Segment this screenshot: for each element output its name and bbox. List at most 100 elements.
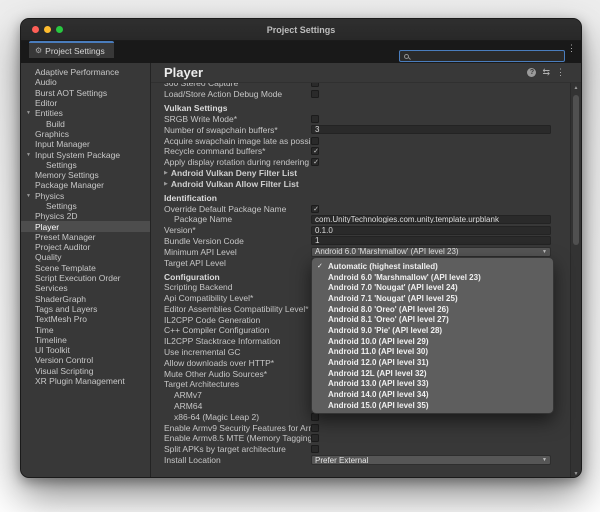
checkbox-apply-display-rotation-during-rendering[interactable] [311, 158, 319, 166]
foldout-open-icon[interactable]: ▼ [26, 193, 31, 199]
close-window-button[interactable] [32, 26, 39, 33]
popup-item-android-7-1-nougat-api-level-25[interactable]: Android 7.1 'Nougat' (API level 25) [312, 293, 553, 304]
search-box[interactable] [399, 50, 565, 62]
sidebar-item-services[interactable]: Services [21, 283, 150, 293]
sidebar-item-player[interactable]: Player [21, 221, 150, 231]
checkbox-enable-armv8-5-mte-memory-tagging-extension[interactable] [311, 434, 319, 442]
row-label: Enable Armv9 Security Features for Arm64 [164, 423, 311, 433]
popup-item-android-8-1-oreo-api-level-27[interactable]: Android 8.1 'Oreo' (API level 27) [312, 314, 553, 325]
sidebar-item-visual-scripting[interactable]: Visual Scripting [21, 366, 150, 376]
scroll-down-icon[interactable]: ▼ [571, 471, 581, 477]
sidebar-item-audio[interactable]: Audio [21, 77, 150, 87]
text-field-package-name[interactable]: com.UnityTechnologies.com.unity.template… [311, 215, 551, 224]
checkbox-x86-64-magic-leap-2[interactable] [311, 413, 319, 421]
sidebar-item-project-auditor[interactable]: Project Auditor [21, 242, 150, 252]
foldout-closed-icon[interactable]: ▶ [164, 181, 168, 187]
foldout-open-icon[interactable]: ▼ [26, 110, 31, 116]
sidebar-item-label: ShaderGraph [35, 294, 86, 304]
sidebar-item-version-control[interactable]: Version Control [21, 355, 150, 365]
checkbox-srgb-write-mode[interactable] [311, 115, 319, 123]
sidebar-item-tags-and-layers[interactable]: Tags and Layers [21, 304, 150, 314]
sidebar-item-time[interactable]: Time [21, 324, 150, 334]
sidebar-item-shadergraph[interactable]: ShaderGraph [21, 294, 150, 304]
checkbox-split-apks-by-target-architecture[interactable] [311, 445, 319, 453]
more-menu-icon[interactable]: ⋮ [556, 68, 565, 77]
row-label: Configuration [164, 272, 220, 282]
sidebar-item-label: TextMesh Pro [35, 314, 87, 324]
api-level-dropdown-popup: ✓Automatic (highest installed)Android 6.… [311, 257, 554, 414]
checkbox-acquire-swapchain-image-late-as-possible[interactable] [311, 137, 319, 145]
popup-item-android-15-0-api-level-35[interactable]: Android 15.0 (API level 35) [312, 400, 553, 411]
row-vulkan-settings: Vulkan Settings [164, 103, 551, 114]
row-label: ARM64 [164, 401, 311, 411]
titlebar[interactable]: Project Settings [21, 19, 581, 41]
sidebar-item-timeline[interactable]: Timeline [21, 335, 150, 345]
sidebar-item-label: Input System Package [35, 150, 120, 160]
sidebar-item-build[interactable]: Build [21, 118, 150, 128]
text-field-version[interactable]: 0.1.0 [311, 226, 551, 235]
sidebar-item-textmesh-pro[interactable]: TextMesh Pro [21, 314, 150, 324]
tab-label: Project Settings [45, 46, 105, 56]
row-control [311, 90, 551, 98]
popup-item-android-12l-api-level-32[interactable]: Android 12L (API level 32) [312, 368, 553, 379]
popup-item-android-14-0-api-level-34[interactable]: Android 14.0 (API level 34) [312, 389, 553, 400]
search-icon [404, 54, 409, 59]
sidebar-item-physics[interactable]: ▼Physics [21, 191, 150, 201]
checkbox-override-default-package-name[interactable] [311, 205, 319, 213]
row-control [311, 158, 551, 166]
popup-item-android-6-0-marshmallow-api-level-23[interactable]: Android 6.0 'Marshmallow' (API level 23) [312, 272, 553, 283]
tab-project-settings[interactable]: ⚙ Project Settings [29, 41, 114, 58]
presets-icon[interactable]: ⇆ [542, 68, 550, 77]
sidebar-item-adaptive-performance[interactable]: Adaptive Performance [21, 67, 150, 77]
project-settings-window: Project Settings ⚙ Project Settings ⋮ Ad… [20, 18, 582, 478]
popup-item-android-11-0-api-level-30[interactable]: Android 11.0 (API level 30) [312, 347, 553, 358]
minimize-window-button[interactable] [44, 26, 51, 33]
dropdown-minimum-api-level[interactable]: Android 6.0 'Marshmallow' (API level 23)… [311, 247, 551, 257]
sidebar-item-graphics[interactable]: Graphics [21, 129, 150, 139]
text-field-number-of-swapchain-buffers[interactable]: 3 [311, 125, 551, 134]
popup-item-android-7-0-nougat-api-level-24[interactable]: Android 7.0 'Nougat' (API level 24) [312, 282, 553, 293]
scrollbar-thumb[interactable] [573, 95, 579, 245]
sidebar-item-entities[interactable]: ▼Entities [21, 108, 150, 118]
sidebar-item-label: Settings [46, 160, 77, 170]
sidebar-item-package-manager[interactable]: Package Manager [21, 180, 150, 190]
zoom-window-button[interactable] [56, 26, 63, 33]
sidebar-item-label: Physics 2D [35, 211, 78, 221]
popup-item-android-10-0-api-level-29[interactable]: Android 10.0 (API level 29) [312, 336, 553, 347]
sidebar-item-script-execution-order[interactable]: Script Execution Order [21, 273, 150, 283]
sidebar-item-input-manager[interactable]: Input Manager [21, 139, 150, 149]
sidebar-item-editor[interactable]: Editor [21, 98, 150, 108]
sidebar-item-input-system-package[interactable]: ▼ Input System Package [21, 149, 150, 159]
scroll-up-icon[interactable]: ▲ [571, 85, 581, 91]
checkbox-enable-armv9-security-features-for-arm64[interactable] [311, 424, 319, 432]
sidebar-item-quality[interactable]: Quality [21, 252, 150, 262]
popup-item-android-8-0-oreo-api-level-26[interactable]: Android 8.0 'Oreo' (API level 26) [312, 304, 553, 315]
sidebar-item-memory-settings[interactable]: Memory Settings [21, 170, 150, 180]
row-label: Scripting Backend [164, 282, 311, 292]
popup-item-android-13-0-api-level-33[interactable]: Android 13.0 (API level 33) [312, 379, 553, 390]
sidebar-item-ui-toolkit[interactable]: UI Toolkit [21, 345, 150, 355]
sidebar-item-scene-template[interactable]: Scene Template [21, 263, 150, 273]
vertical-scrollbar[interactable]: ▲ ▼ [570, 83, 581, 478]
popup-item-automatic-highest-installed[interactable]: ✓Automatic (highest installed) [312, 261, 553, 272]
popup-item-android-9-0-pie-api-level-28[interactable]: Android 9.0 'Pie' (API level 28) [312, 325, 553, 336]
sidebar-item-settings[interactable]: Settings [21, 160, 150, 170]
foldout-closed-icon[interactable]: ▶ [164, 170, 168, 176]
help-icon[interactable]: ? [527, 68, 536, 77]
popup-item-android-12-0-api-level-31[interactable]: Android 12.0 (API level 31) [312, 357, 553, 368]
checkbox-load-store-action-debug-mode[interactable] [311, 90, 319, 98]
sidebar-item-preset-manager[interactable]: Preset Manager [21, 232, 150, 242]
text-field-bundle-version-code[interactable]: 1 [311, 236, 551, 245]
checkbox-360-stereo-capture[interactable] [311, 83, 319, 87]
dropdown-install-location[interactable]: Prefer External▼ [311, 455, 551, 465]
search-input[interactable] [411, 52, 564, 61]
sidebar-item-label: Preset Manager [35, 232, 95, 242]
foldout-open-icon[interactable]: ▼ [26, 152, 31, 158]
sidebar-item-physics-2d[interactable]: Physics 2D [21, 211, 150, 221]
sidebar-item-settings[interactable]: Settings [21, 201, 150, 211]
row-label: Package Name [164, 214, 311, 224]
checkbox-recycle-command-buffers[interactable] [311, 147, 319, 155]
sidebar-item-burst-aot-settings[interactable]: Burst AOT Settings [21, 88, 150, 98]
pane-menu-icon[interactable]: ⋮ [567, 43, 576, 54]
sidebar-item-xr-plugin-management[interactable]: XR Plugin Management [21, 376, 150, 386]
